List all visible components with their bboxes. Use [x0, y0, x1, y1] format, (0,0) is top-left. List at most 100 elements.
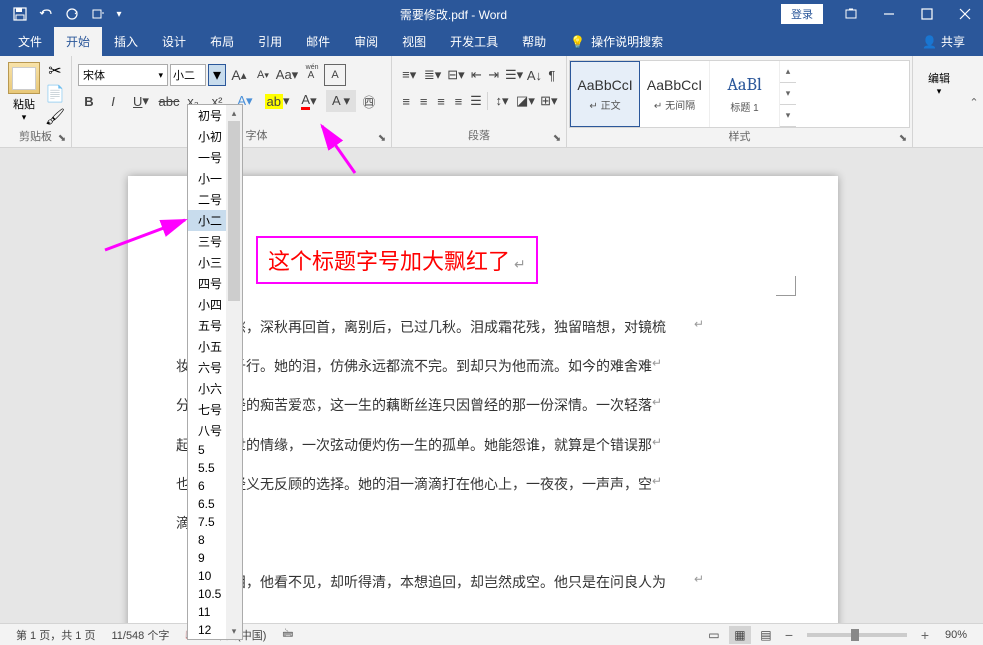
style-scroll-down[interactable]: ▾: [780, 83, 796, 105]
insert-mode-status[interactable]: 🖮: [274, 625, 301, 644]
style-normal[interactable]: AaBbCcI ↵ 正文: [570, 61, 640, 127]
tab-tellme[interactable]: 💡操作说明搜索: [558, 27, 675, 56]
copy-button[interactable]: 📄: [44, 83, 66, 105]
paste-button[interactable]: 粘贴 ▾: [6, 60, 42, 128]
zoom-thumb[interactable]: [851, 629, 859, 641]
strikethrough-button[interactable]: abc: [158, 90, 180, 112]
style-no-spacing[interactable]: AaBbCcI ↵ 无间隔: [640, 61, 710, 127]
align-right-button[interactable]: ≡: [433, 90, 449, 112]
undo-button[interactable]: [34, 2, 58, 26]
paragraph-group: ≡▾ ≣▾ ⊟▾ ⇤ ⇥ ☰▾ A↓ ¶ ≡ ≡ ≡ ≡ ☰ ↕▾ ◪▾ ⊞▾ …: [392, 56, 567, 147]
qat-more-button[interactable]: [86, 2, 110, 26]
tab-design[interactable]: 设计: [150, 27, 198, 56]
asian-layout-button[interactable]: ☰▾: [503, 64, 525, 86]
change-case-button[interactable]: Aa▾: [276, 64, 298, 86]
distribute-button[interactable]: ☰: [468, 90, 484, 112]
font-size-dropdown: 初号小初一号小一二号小二三号小三四号小四五号小五六号小六七号八号55.566.5…: [187, 104, 243, 640]
scroll-down-arrow[interactable]: ▾: [226, 623, 242, 639]
style-expand[interactable]: ▾: [780, 105, 796, 127]
scroll-thumb[interactable]: [228, 121, 240, 301]
highlight-button[interactable]: ab▾: [262, 90, 292, 112]
qat-customize-button[interactable]: ▾: [112, 2, 126, 26]
login-button[interactable]: 登录: [781, 4, 823, 24]
edit-button[interactable]: 编辑: [928, 70, 950, 86]
tab-developer[interactable]: 开发工具: [438, 27, 510, 56]
share-icon: 👤: [922, 35, 937, 49]
font-launcher[interactable]: ⬊: [375, 131, 389, 145]
borders-button[interactable]: ⊞▾: [538, 90, 560, 112]
shading-button[interactable]: ◪▾: [514, 90, 536, 112]
dropdown-scrollbar[interactable]: ▴ ▾: [226, 105, 242, 639]
zoom-slider[interactable]: [807, 633, 907, 637]
tab-view[interactable]: 视图: [390, 27, 438, 56]
document-title[interactable]: 这个标题字号加大飘红了: [256, 236, 538, 284]
grow-font-button[interactable]: A▴: [228, 64, 250, 86]
share-button[interactable]: 👤共享: [910, 27, 977, 56]
zoom-in-button[interactable]: +: [917, 627, 933, 643]
style-scroll-up[interactable]: ▴: [780, 61, 796, 83]
shrink-font-button[interactable]: A▾: [252, 64, 274, 86]
char-border-button[interactable]: A: [324, 64, 346, 86]
page-corner-mark: [776, 276, 796, 296]
tab-insert[interactable]: 插入: [102, 27, 150, 56]
web-layout-button[interactable]: ▤: [755, 626, 777, 644]
print-layout-button[interactable]: ▦: [729, 626, 751, 644]
decrease-indent-button[interactable]: ⇤: [468, 64, 484, 86]
show-marks-button[interactable]: ¶: [544, 64, 560, 86]
cut-button[interactable]: ✂: [44, 60, 66, 82]
page-number-status[interactable]: 第 1 页，共 1 页: [8, 627, 103, 643]
tab-layout[interactable]: 布局: [198, 27, 246, 56]
minimize-button[interactable]: [871, 0, 907, 28]
format-painter-button[interactable]: 🖌: [44, 106, 66, 128]
italic-button[interactable]: I: [102, 90, 124, 112]
ribbon-display-button[interactable]: [833, 0, 869, 28]
justify-button[interactable]: ≡: [450, 90, 466, 112]
tab-references[interactable]: 引用: [246, 27, 294, 56]
styles-group: AaBbCcI ↵ 正文 AaBbCcI ↵ 无间隔 AaBl 标题 1 ▴ ▾…: [567, 56, 913, 147]
align-center-button[interactable]: ≡: [415, 90, 431, 112]
ribbon-tabs: 文件 开始 插入 设计 布局 引用 邮件 审阅 视图 开发工具 帮助 💡操作说明…: [0, 28, 983, 56]
tab-home[interactable]: 开始: [54, 27, 102, 56]
tab-help[interactable]: 帮助: [510, 27, 558, 56]
multilevel-button[interactable]: ⊟▾: [445, 64, 467, 86]
document-area[interactable]: 这个标题字号加大飘红了 那离愁，深秋再回首，离别后，已过几秋。泪成霜花残，独留暗…: [0, 148, 983, 623]
numbering-button[interactable]: ≣▾: [421, 64, 443, 86]
underline-button[interactable]: U ▾: [126, 90, 156, 112]
close-button[interactable]: [947, 0, 983, 28]
scroll-up-arrow[interactable]: ▴: [226, 105, 242, 121]
font-label: 字体: [128, 127, 385, 145]
increase-indent-button[interactable]: ⇥: [485, 64, 501, 86]
zoom-out-button[interactable]: −: [781, 627, 797, 643]
redo-button[interactable]: [60, 2, 84, 26]
font-color-button[interactable]: A ▾: [294, 90, 324, 112]
phonetic-guide-button[interactable]: Awén: [300, 64, 322, 86]
font-size-combo[interactable]: 小二: [170, 64, 206, 86]
save-button[interactable]: [8, 2, 32, 26]
sort-button[interactable]: A↓: [526, 64, 542, 86]
collapse-ribbon-button[interactable]: ⌃: [965, 56, 983, 148]
zoom-level[interactable]: 90%: [937, 629, 975, 641]
styles-launcher[interactable]: ⬊: [896, 131, 910, 145]
tab-mailings[interactable]: 邮件: [294, 27, 342, 56]
style-heading1[interactable]: AaBl 标题 1: [710, 61, 780, 127]
enclose-char-button[interactable]: ㊃: [358, 90, 380, 112]
title-bar: ▾ 需要修改.pdf - Word 登录: [0, 0, 983, 28]
word-count-status[interactable]: 11/548 个字: [103, 627, 177, 643]
paragraph-launcher[interactable]: ⬊: [550, 131, 564, 145]
bold-button[interactable]: B: [78, 90, 100, 112]
paragraph-label: 段落: [398, 127, 560, 145]
font-size-dropdown-button[interactable]: ▾: [208, 64, 226, 86]
edit-group: 编辑 ▾: [913, 56, 965, 147]
tab-review[interactable]: 审阅: [342, 27, 390, 56]
font-name-combo[interactable]: 宋体▾: [78, 64, 168, 86]
document-body[interactable]: 那离愁，深秋再回首，离别后，已过几秋。泪成霜花残，独留暗想，对镜梳 妆，泪已千行…: [176, 308, 790, 602]
style-gallery-scroll: ▴ ▾ ▾: [780, 61, 796, 127]
clipboard-launcher[interactable]: ⬊: [55, 131, 69, 145]
align-left-button[interactable]: ≡: [398, 90, 414, 112]
bullets-button[interactable]: ≡▾: [398, 64, 420, 86]
tab-file[interactable]: 文件: [6, 27, 54, 56]
maximize-button[interactable]: [909, 0, 945, 28]
line-spacing-button[interactable]: ↕▾: [491, 90, 513, 112]
focus-mode-button[interactable]: ▭: [703, 626, 725, 644]
char-shading-button[interactable]: A ▾: [326, 90, 356, 112]
